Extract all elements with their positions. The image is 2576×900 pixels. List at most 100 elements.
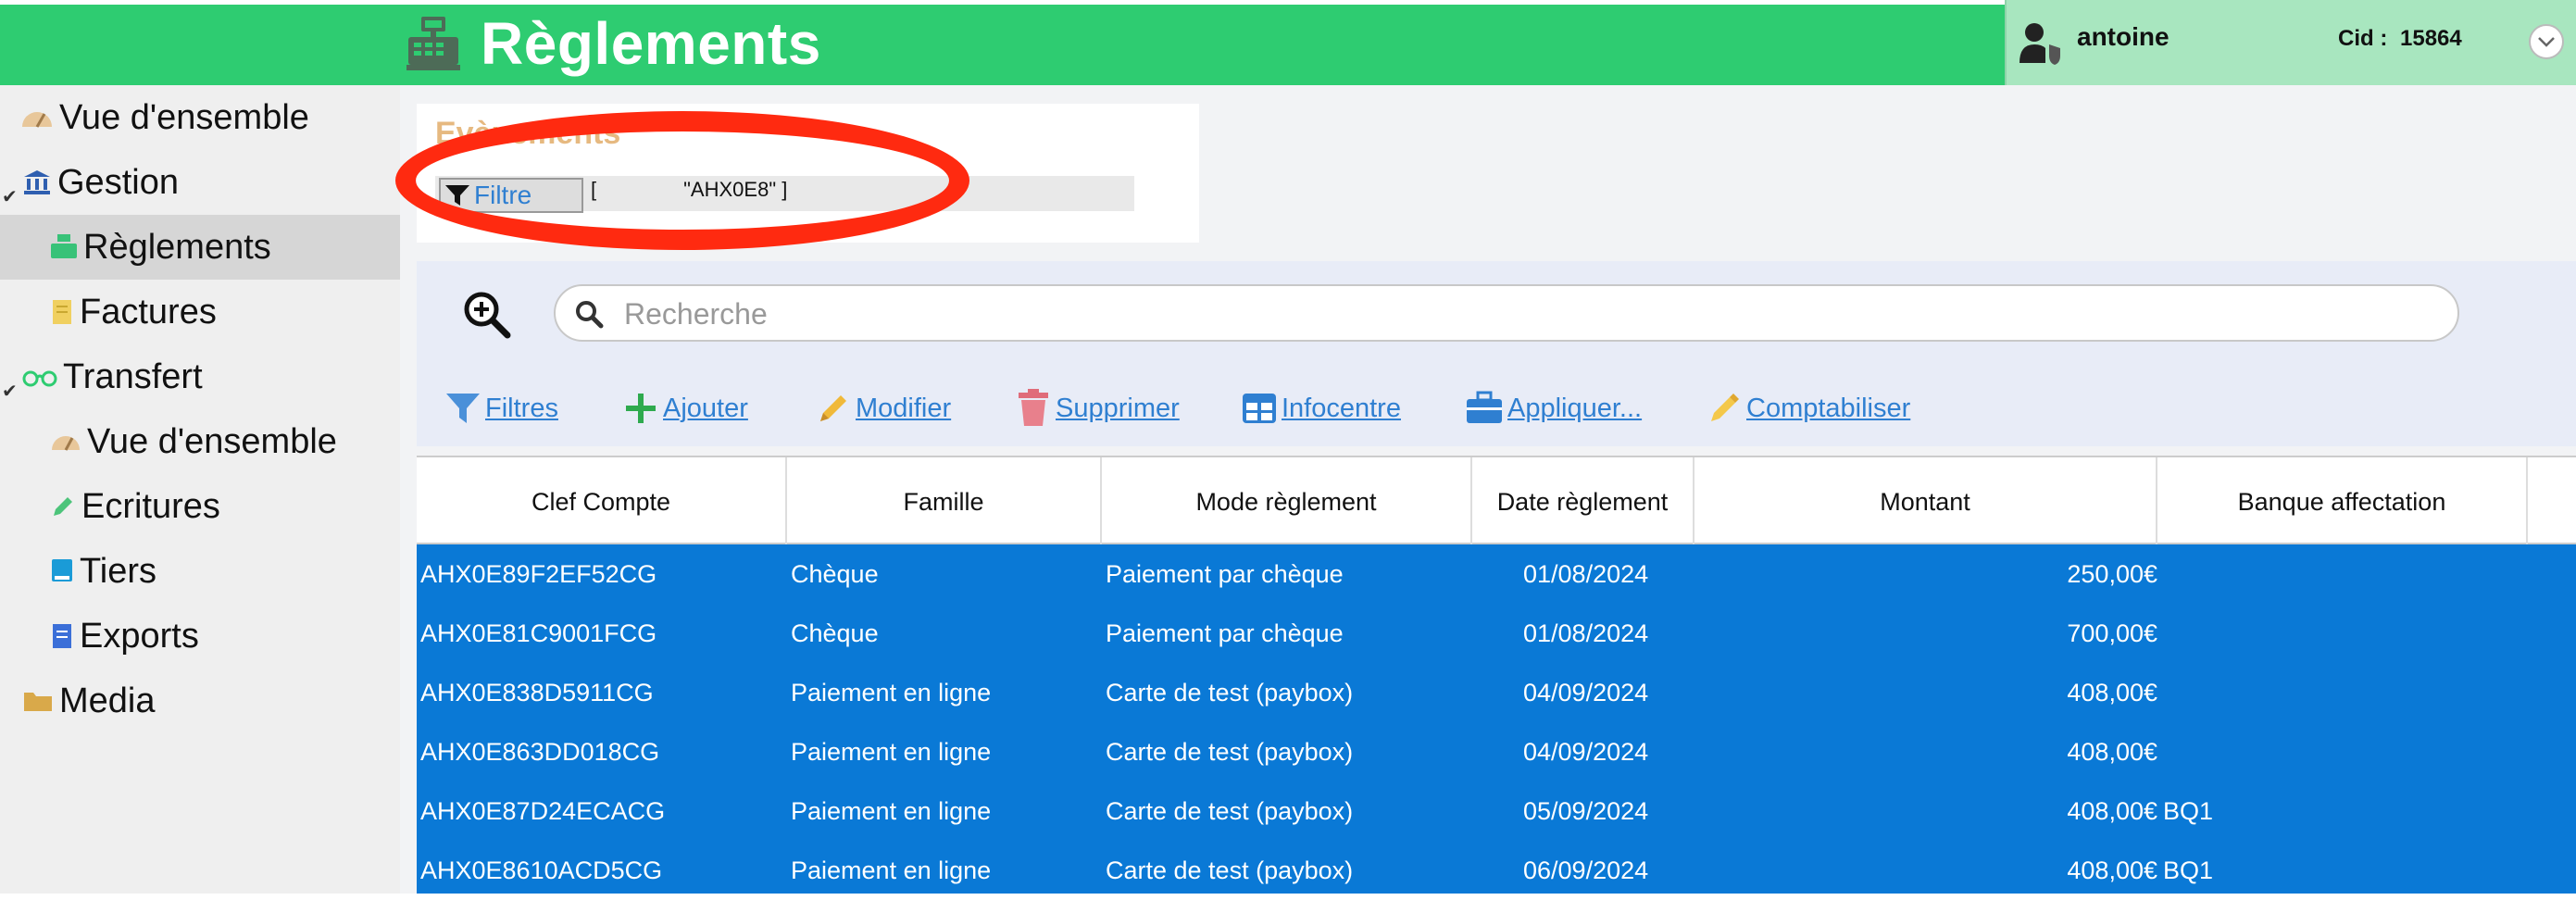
dashboard-icon <box>22 112 52 128</box>
cell-amount: 250,00€ <box>2067 559 2157 588</box>
glasses-icon <box>22 370 57 387</box>
cell-family: Paiement en ligne <box>791 796 992 825</box>
sidebar-item-tiers[interactable]: Tiers <box>50 539 156 604</box>
cid-value: 15864 <box>2400 26 2462 51</box>
bank-icon <box>24 170 50 194</box>
cell-bank: BQ1 <box>2163 856 2214 884</box>
add-button[interactable]: Ajouter <box>622 386 748 431</box>
table-row[interactable]: AHX0E838D5911CG Paiement en ligne Carte … <box>417 663 2576 722</box>
user-menu-toggle[interactable] <box>2529 24 2564 59</box>
user-panel[interactable]: antoine Cid : 15864 <box>2005 0 2576 85</box>
cell-family: Paiement en ligne <box>791 737 992 766</box>
sidebar-item-factures[interactable]: Factures <box>50 280 217 344</box>
filter-button[interactable]: Filtre <box>439 178 583 213</box>
cell-payment-date: 01/08/2024 <box>1523 559 1649 588</box>
cell-payment-date: 06/09/2024 <box>1523 856 1649 884</box>
sidebar: Vue d'ensemble ✔ Gestion Règlements Fact… <box>0 85 400 894</box>
cell-family: Chèque <box>791 559 879 588</box>
table-row[interactable]: AHX0E87D24ECACG Paiement en ligne Carte … <box>417 781 2576 841</box>
search-icon <box>576 301 604 329</box>
cell-payment-date: 04/09/2024 <box>1523 678 1649 706</box>
briefcase-icon <box>1467 391 1502 423</box>
cell-amount: 408,00€ <box>2067 796 2157 825</box>
column-header[interactable]: Famille <box>787 457 1102 546</box>
user-name: antoine <box>2077 22 2170 51</box>
cell-payment-mode: Carte de test (paybox) <box>1106 678 1354 706</box>
cell-amount: 700,00€ <box>2067 619 2157 647</box>
page-header: Règlements <box>405 10 821 77</box>
cash-register-icon <box>51 234 77 258</box>
table-row[interactable]: AHX0E863DD018CG Paiement en ligne Carte … <box>417 722 2576 781</box>
column-header[interactable]: Mode règlement <box>1102 457 1472 546</box>
cell-family: Paiement en ligne <box>791 856 992 884</box>
cell-account-key: AHX0E863DD018CG <box>420 737 660 766</box>
infocentre-button[interactable]: Infocentre <box>1241 386 1401 431</box>
folder-icon <box>24 693 52 711</box>
gestion-caret-icon[interactable]: ✔ <box>2 185 18 208</box>
grid-icon <box>1243 394 1276 423</box>
page-title: Règlements <box>481 10 821 77</box>
funnel-icon <box>445 185 469 206</box>
column-header[interactable]: Montant <box>1694 457 2157 546</box>
cash-register-icon <box>406 17 460 70</box>
trash-icon <box>1019 389 1048 426</box>
cell-payment-mode: Paiement par chèque <box>1106 619 1344 647</box>
sidebar-item-reglements[interactable]: Règlements <box>0 215 400 280</box>
cell-family: Paiement en ligne <box>791 678 992 706</box>
delete-button[interactable]: Supprimer <box>1015 386 1180 431</box>
sidebar-item-gestion[interactable]: Gestion <box>22 150 179 215</box>
chevron-down-icon <box>2538 37 2555 47</box>
cell-amount: 408,00€ <box>2067 856 2157 884</box>
sidebar-item-transfert-overview[interactable]: Vue d'ensemble <box>50 409 337 474</box>
cell-amount: 408,00€ <box>2067 737 2157 766</box>
apply-button[interactable]: Appliquer... <box>1465 386 1642 431</box>
highlighter-icon <box>1711 394 1739 421</box>
pencil-icon <box>54 497 72 516</box>
user-shield-icon <box>2020 23 2060 65</box>
edit-button[interactable]: Modifier <box>815 386 951 431</box>
column-header[interactable]: Clef Compte <box>417 457 787 546</box>
cell-payment-mode: Paiement par chèque <box>1106 559 1344 588</box>
funnel-icon <box>446 394 480 423</box>
search-input[interactable] <box>622 294 2428 334</box>
filters-button[interactable]: Filtres <box>444 386 558 431</box>
cell-account-key: AHX0E8610ACD5CG <box>420 856 663 884</box>
cell-payment-date: 04/09/2024 <box>1523 737 1649 766</box>
transfert-caret-icon[interactable]: ✔ <box>2 380 18 403</box>
file-icon <box>53 624 71 648</box>
search-box[interactable] <box>554 284 2459 342</box>
table-header: Clef Compte Famille Mode règlement Date … <box>417 456 2576 546</box>
cell-payment-mode: Carte de test (paybox) <box>1106 856 1354 884</box>
cell-payment-mode: Carte de test (paybox) <box>1106 737 1354 766</box>
cell-bank: BQ1 <box>2163 796 2214 825</box>
post-accounting-button[interactable]: Comptabiliser <box>1706 386 1910 431</box>
cell-account-key: AHX0E89F2EF52CG <box>420 559 657 588</box>
cell-payment-mode: Carte de test (paybox) <box>1106 796 1354 825</box>
filter-value: ["AHX0E8" ] <box>591 178 788 201</box>
table-row[interactable]: AHX0E8610ACD5CG Paiement en ligne Carte … <box>417 841 2576 894</box>
column-header[interactable]: Date règlement <box>1472 457 1694 546</box>
cell-amount: 408,00€ <box>2067 678 2157 706</box>
events-title: Evènements <box>435 116 621 151</box>
cell-account-key: AHX0E87D24ECACG <box>420 796 666 825</box>
sidebar-item-media[interactable]: Media <box>22 669 156 733</box>
table-row[interactable]: AHX0E89F2EF52CG Chèque Paiement par chèq… <box>417 544 2576 604</box>
sidebar-item-overview[interactable]: Vue d'ensemble <box>20 85 309 150</box>
zoom-in-icon[interactable] <box>461 289 513 341</box>
sidebar-item-ecritures[interactable]: Ecritures <box>50 474 220 539</box>
cell-account-key: AHX0E81C9001FCG <box>420 619 657 647</box>
sidebar-item-exports[interactable]: Exports <box>50 604 199 669</box>
cell-account-key: AHX0E838D5911CG <box>420 678 654 706</box>
pencil-icon <box>820 395 846 421</box>
cell-payment-date: 05/09/2024 <box>1523 796 1649 825</box>
column-header[interactable]: Banque affectation <box>2157 457 2528 546</box>
document-icon <box>53 300 71 324</box>
plus-icon <box>626 394 656 423</box>
table-row[interactable]: AHX0E81C9001FCG Chèque Paiement par chèq… <box>417 604 2576 663</box>
cell-payment-date: 01/08/2024 <box>1523 619 1649 647</box>
dashboard-icon <box>52 436 80 451</box>
cid-label: Cid : <box>2338 26 2388 51</box>
cell-family: Chèque <box>791 619 879 647</box>
book-icon <box>52 559 72 581</box>
sidebar-item-transfert[interactable]: Transfert <box>22 344 203 409</box>
